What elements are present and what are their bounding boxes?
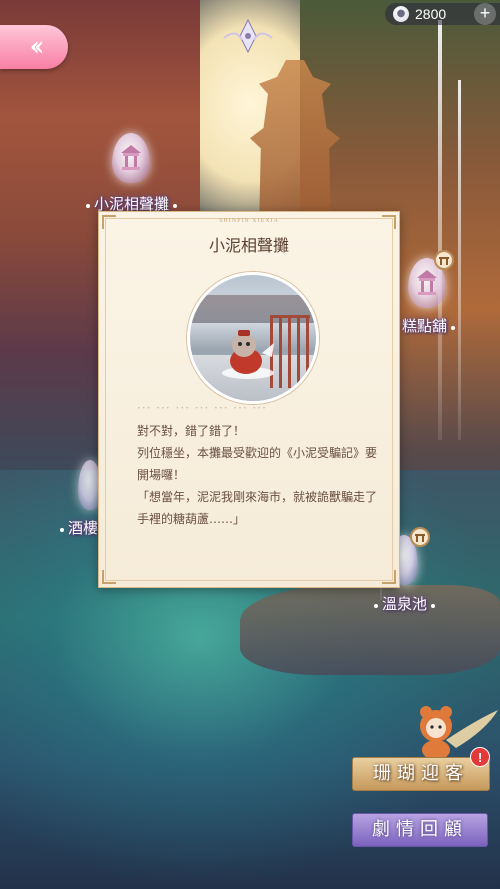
double-chevron-left-icon: ‹‹ — [29, 32, 45, 62]
location-tavern[interactable]: 酒樓 — [59, 460, 107, 540]
location-cake-shop[interactable]: 糕點舖 — [393, 250, 490, 335]
location-label: 糕點舖 — [393, 317, 456, 335]
xiaoni-character-icon — [222, 330, 274, 379]
story-line: 列位穩坐，本攤最受歡迎的《小泥受騙記》要開場囉！ — [137, 446, 378, 482]
location-label: 酒樓 — [59, 519, 107, 537]
story-review-button[interactable]: 劇情回顧 — [352, 813, 488, 847]
waterfall — [438, 20, 442, 440]
back-button[interactable]: ‹‹ — [0, 25, 68, 69]
shop-icon — [434, 250, 454, 270]
faded-text-line: ··· ··· ··· ··· ··· ··· ··· — [137, 402, 267, 414]
location-bubble — [112, 133, 150, 183]
card-subtitle: SHINPIN XIEXIA — [219, 218, 279, 224]
coin-icon: ● — [393, 6, 409, 22]
corner-ornament — [102, 570, 116, 584]
pavilion-icon — [417, 270, 437, 295]
coral-greeting-button[interactable]: 珊瑚迎客 — [352, 757, 490, 791]
story-line: 「想當年，泥泥我剛來海市，就被詭獸騙走了手裡的糖葫蘆……」 — [137, 490, 378, 526]
pagoda-tower — [250, 60, 340, 230]
top-ornament-icon — [223, 18, 273, 54]
location-xiaoni-stall[interactable]: 小泥相聲攤 — [85, 133, 195, 213]
location-label: 溫泉池 — [373, 595, 436, 613]
add-currency-button[interactable]: + — [474, 3, 496, 25]
shop-icon — [410, 527, 430, 547]
alert-badge: ! — [470, 747, 490, 767]
corner-ornament — [382, 570, 396, 584]
card-title: 小泥相聲攤 — [208, 236, 289, 255]
pavilion-icon — [121, 145, 141, 170]
card-story-text: ··· ··· ··· ··· ··· ··· ··· 對不對，錯了錯了！ 列位… — [137, 402, 377, 530]
currency-amount: 2800 — [415, 6, 447, 22]
currency-display: ● 2800 + — [385, 3, 500, 25]
character-portrait — [187, 272, 319, 404]
location-info-card: SHINPIN XIEXIA 小泥相聲攤 ··· ··· ··· ··· ···… — [98, 211, 400, 588]
story-line: 對不對，錯了錯了！ — [137, 424, 246, 438]
